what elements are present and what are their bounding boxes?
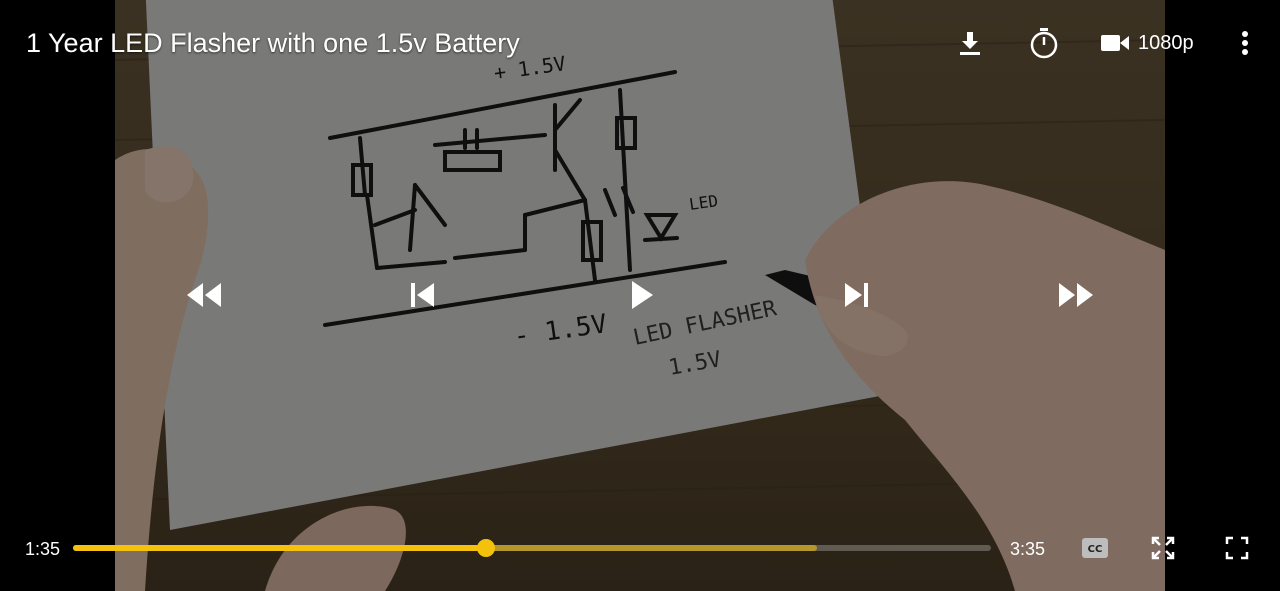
more-vert-icon [1242, 31, 1248, 55]
quality-button[interactable]: 1080p [1100, 28, 1204, 58]
video-title: 1 Year LED Flasher with one 1.5v Battery [26, 28, 520, 58]
svg-text:CC: CC [1088, 544, 1103, 555]
seek-bar-thumb[interactable] [477, 539, 496, 557]
download-icon [960, 32, 980, 55]
duration-time: 3:35 [1010, 539, 1046, 559]
seek-bar-progress [73, 545, 487, 551]
captions-button[interactable]: CC [1080, 534, 1110, 562]
seek-bar[interactable] [73, 539, 991, 557]
next-button[interactable] [835, 275, 879, 315]
rewind-icon [187, 283, 221, 307]
fast-forward-icon [1059, 283, 1093, 307]
current-time: 1:35 [25, 539, 61, 559]
previous-button[interactable] [400, 275, 444, 315]
download-button[interactable] [955, 28, 985, 58]
resize-button[interactable] [1148, 534, 1178, 562]
play-button[interactable] [620, 275, 664, 315]
resize-icon [1151, 536, 1175, 560]
skip-previous-icon [411, 283, 434, 307]
quality-label: 1080p [1138, 31, 1194, 54]
play-icon [632, 281, 653, 309]
fullscreen-icon [1225, 536, 1249, 560]
closed-captions-icon: CC [1082, 538, 1108, 558]
skip-next-icon [845, 283, 868, 307]
video-camera-icon [1101, 35, 1129, 51]
fullscreen-button[interactable] [1222, 534, 1252, 562]
rewind-button[interactable] [182, 275, 226, 315]
fast-forward-button[interactable] [1054, 275, 1098, 315]
timer-icon [1030, 28, 1058, 59]
more-options-button[interactable] [1234, 28, 1256, 58]
bottom-control-bar: 1:35 3:35 CC [0, 528, 1280, 568]
sleep-timer-button[interactable] [1028, 27, 1060, 59]
